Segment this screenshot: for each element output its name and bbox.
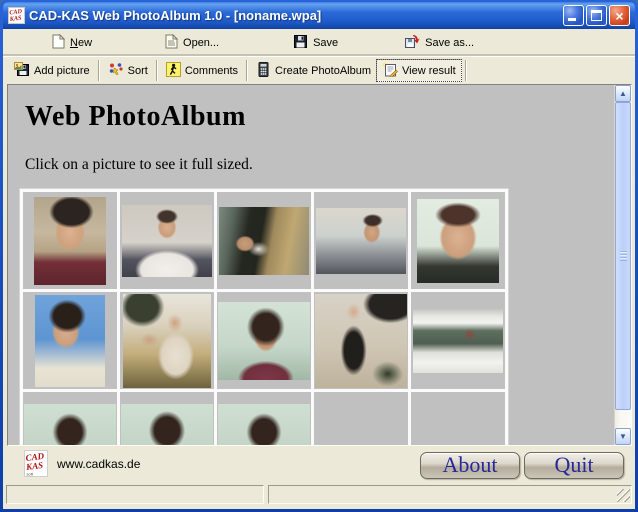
photo-cell	[217, 292, 311, 389]
cadkas-logo: CADKASsoft	[24, 450, 48, 477]
scroll-down-arrow-icon: ▼	[619, 433, 627, 441]
create-photoalbum-icon	[256, 62, 271, 80]
photo-cell	[120, 392, 214, 445]
title-bar[interactable]: CADKAS CAD-KAS Web PhotoAlbum 1.0 - [non…	[3, 2, 635, 29]
save-as-label: Save as...	[425, 37, 474, 49]
comments-icon	[166, 62, 181, 80]
file-toolbar: New Open... Save Save as...	[3, 29, 635, 56]
maximize-button[interactable]	[586, 5, 607, 26]
close-button[interactable]: ×	[609, 5, 630, 26]
app-window: CADKAS CAD-KAS Web PhotoAlbum 1.0 - [non…	[0, 0, 638, 512]
footer-bar: CADKASsoft www.cadkas.de About Quit	[3, 446, 635, 483]
close-icon: ×	[615, 9, 623, 23]
open-document-icon	[164, 34, 178, 52]
toolbar-separator	[98, 60, 100, 81]
photo-thumbnail[interactable]	[218, 302, 310, 380]
photo-cell	[411, 192, 505, 289]
scroll-up-arrow-icon: ▲	[619, 90, 627, 98]
quit-button[interactable]: Quit	[524, 452, 624, 479]
vertical-scrollbar: ▲ ▼	[614, 85, 631, 445]
photo-cell	[120, 192, 214, 289]
minimize-icon	[568, 18, 576, 21]
photo-cell	[217, 392, 311, 445]
svg-text:soft: soft	[27, 472, 34, 477]
photo-grid-row	[23, 392, 505, 445]
photoalbum-preview: Web PhotoAlbum Click on a picture to see…	[8, 85, 614, 445]
toolbar-separator	[465, 60, 467, 81]
sort-button[interactable]: Sort	[103, 59, 153, 82]
add-picture-button[interactable]: Add picture	[9, 59, 95, 82]
save-as-icon	[404, 33, 420, 52]
minimize-button[interactable]	[563, 5, 584, 26]
photo-cell	[23, 292, 117, 389]
new-button[interactable]: New	[47, 32, 96, 54]
instruction-text: Click on a picture to see it full sized.	[25, 156, 614, 174]
photo-thumbnail[interactable]	[122, 205, 212, 277]
photo-thumbnail[interactable]	[316, 208, 406, 274]
cadkas-app-icon: CADKAS	[8, 7, 25, 24]
view-result-button[interactable]: View result	[376, 59, 462, 82]
photo-cell	[314, 292, 408, 389]
photo-cell	[120, 292, 214, 389]
photo-thumbnail[interactable]	[121, 404, 213, 446]
photo-cell	[411, 292, 505, 389]
photo-thumbnail[interactable]	[417, 199, 499, 283]
status-panel-left	[6, 485, 264, 504]
photo-thumbnail[interactable]	[123, 294, 211, 388]
photo-cell-empty	[314, 392, 408, 445]
toolbar-separator	[156, 60, 158, 81]
photo-thumbnail[interactable]	[34, 197, 106, 285]
create-photoalbum-label: Create PhotoAlbum	[275, 65, 371, 77]
photo-thumbnail[interactable]	[219, 207, 309, 275]
view-result-label: View result	[402, 65, 456, 77]
scroll-down-button[interactable]: ▼	[615, 428, 631, 445]
save-button[interactable]: Save	[289, 32, 342, 54]
preview-pane: Web PhotoAlbum Click on a picture to see…	[7, 84, 632, 446]
comments-button[interactable]: Comments	[161, 59, 243, 82]
save-as-button[interactable]: Save as...	[400, 31, 478, 54]
photo-grid	[20, 189, 508, 445]
photo-cell	[23, 192, 117, 289]
save-label: Save	[313, 37, 338, 49]
create-photoalbum-button[interactable]: Create PhotoAlbum	[251, 59, 376, 82]
save-floppy-icon	[293, 34, 308, 52]
photo-thumbnail[interactable]	[218, 404, 310, 446]
scroll-up-button[interactable]: ▲	[615, 85, 631, 102]
photo-grid-row	[23, 192, 505, 289]
status-panel-right	[268, 485, 632, 504]
about-button[interactable]: About	[420, 452, 520, 479]
scrollbar-thumb[interactable]	[615, 102, 631, 410]
toolbar-separator	[246, 60, 248, 81]
new-label: New	[70, 37, 92, 49]
photo-cell	[314, 192, 408, 289]
comments-label: Comments	[185, 65, 238, 77]
photo-cell	[23, 392, 117, 445]
add-picture-icon	[14, 62, 30, 80]
actions-toolbar: Add picture Sort Comments Create PhotoAl…	[3, 56, 635, 84]
page-title: Web PhotoAlbum	[25, 101, 614, 133]
view-result-icon	[382, 62, 398, 80]
open-button[interactable]: Open...	[160, 32, 223, 54]
new-page-icon	[51, 34, 65, 52]
status-bar	[3, 483, 635, 506]
sort-icon	[108, 62, 124, 80]
photo-grid-row	[23, 292, 505, 389]
website-link[interactable]: www.cadkas.de	[57, 457, 140, 471]
scrollbar-grip-icon	[620, 251, 627, 261]
photo-cell-empty	[411, 392, 505, 445]
photo-thumbnail[interactable]	[413, 309, 503, 373]
add-picture-label: Add picture	[34, 65, 90, 77]
window-controls: ×	[563, 5, 630, 26]
photo-thumbnail[interactable]	[24, 404, 116, 446]
photo-thumbnail[interactable]	[35, 295, 105, 387]
resize-grip[interactable]	[617, 489, 630, 502]
window-body: New Open... Save Save as... Add picture	[3, 29, 635, 509]
photo-thumbnail[interactable]	[315, 294, 407, 388]
open-label: Open...	[183, 37, 219, 49]
sort-label: Sort	[128, 65, 148, 77]
photo-cell	[217, 192, 311, 289]
maximize-icon	[591, 10, 602, 21]
window-title: CAD-KAS Web PhotoAlbum 1.0 - [noname.wpa…	[29, 8, 563, 23]
